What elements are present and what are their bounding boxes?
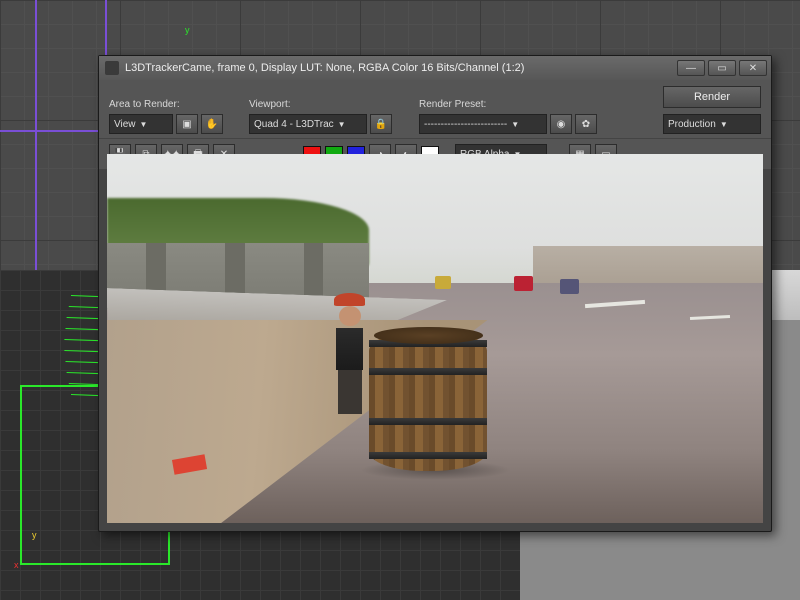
preset-label: Render Preset:	[419, 99, 609, 110]
barrel	[369, 331, 487, 471]
app-icon	[105, 61, 119, 75]
lock-button[interactable]: 🔒	[370, 114, 392, 134]
chevron-down-icon: ▼	[338, 120, 346, 129]
window-title: L3DTrackerCame, frame 0, Display LUT: No…	[125, 62, 677, 74]
axis-x-label: x	[14, 560, 19, 570]
rendered-image	[107, 154, 763, 523]
mode-dropdown[interactable]: Production ▼	[663, 114, 761, 134]
titlebar[interactable]: L3DTrackerCame, frame 0, Display LUT: No…	[99, 56, 771, 80]
axis-gizmo: y	[185, 20, 190, 38]
axis-y-label: y	[32, 530, 37, 540]
barrel-lid	[374, 327, 483, 344]
barrel-band	[369, 418, 487, 425]
region-button[interactable]: ▣	[176, 114, 198, 134]
person	[330, 294, 369, 405]
viewport-dropdown[interactable]: Quad 4 - L3DTrac ▼	[249, 114, 367, 134]
torso	[336, 328, 364, 370]
chevron-down-icon: ▼	[511, 120, 519, 129]
viewport-label: Viewport:	[249, 99, 409, 110]
render-output	[107, 154, 763, 523]
close-button[interactable]: ✕	[739, 60, 767, 76]
render-setup-button[interactable]: ◉	[550, 114, 572, 134]
preset-dropdown[interactable]: ------------------------- ▼	[419, 114, 547, 134]
mode-value: Production	[668, 119, 716, 130]
render-button[interactable]: Render	[663, 86, 761, 108]
render-toolbar: Area to Render: View ▼ ▣ ✋ Viewport: Quad…	[99, 80, 771, 138]
lock-icon: 🔒	[375, 119, 387, 130]
viewport-value: Quad 4 - L3DTrac	[254, 119, 334, 130]
preset-value: -------------------------	[424, 119, 507, 130]
barrel-band	[369, 452, 487, 459]
vehicle	[560, 279, 580, 294]
head	[339, 306, 361, 326]
area-value: View	[114, 119, 136, 130]
legs	[338, 370, 362, 414]
chevron-down-icon: ▼	[140, 120, 148, 129]
barrel-band	[369, 368, 487, 375]
area-label: Area to Render:	[109, 99, 239, 110]
chevron-down-icon: ▼	[720, 120, 728, 129]
hat	[334, 293, 365, 306]
vehicle	[435, 276, 451, 289]
area-dropdown[interactable]: View ▼	[109, 114, 173, 134]
minimize-button[interactable]: —	[677, 60, 705, 76]
camera-icon: ◉	[557, 119, 566, 130]
render-frame-window: L3DTrackerCame, frame 0, Display LUT: No…	[98, 55, 772, 532]
axis-y-label: y	[185, 25, 190, 35]
edit-region-button[interactable]: ✋	[201, 114, 223, 134]
environment-button[interactable]: ✿	[575, 114, 597, 134]
gear-icon: ✿	[582, 119, 590, 130]
vehicle	[514, 276, 534, 291]
barrel-body	[369, 331, 487, 471]
maximize-button[interactable]: ▭	[708, 60, 736, 76]
